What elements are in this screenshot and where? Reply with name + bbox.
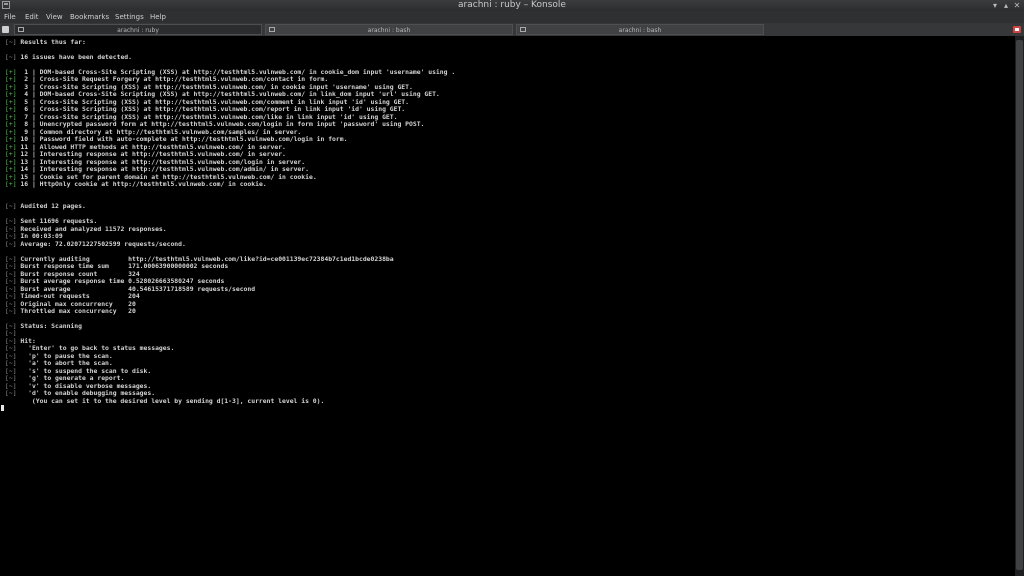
terminal-icon bbox=[18, 27, 24, 32]
info-prefix: [~] bbox=[5, 374, 17, 382]
info-prefix: [~] bbox=[5, 217, 17, 225]
tab-arachni-bash-1[interactable]: arachni : bash bbox=[265, 24, 513, 35]
info-prefix: [~] bbox=[5, 344, 17, 352]
success-prefix: [+] bbox=[5, 180, 17, 188]
info-prefix: [~] bbox=[5, 202, 17, 210]
terminal-line: [~] Throttled max concurrency 20 bbox=[5, 307, 136, 316]
minimize-icon[interactable]: ▾ bbox=[990, 0, 1000, 11]
new-tab-icon[interactable] bbox=[2, 26, 9, 33]
window-title: arachni : ruby – Konsole bbox=[458, 0, 566, 10]
tab-arachni-bash-2[interactable]: arachni : bash bbox=[516, 24, 764, 35]
terminal-line: (You can set it to the desired level by … bbox=[5, 397, 325, 406]
maximize-icon[interactable]: ▴ bbox=[1001, 0, 1011, 11]
success-prefix: [+] bbox=[5, 150, 17, 158]
tab-label: arachni : bash bbox=[618, 27, 662, 34]
line-text: 14 | Interesting response at http://test… bbox=[20, 165, 309, 173]
line-text: 2 | Cross-Site Request Forgery at http:/… bbox=[20, 75, 329, 83]
line-text: 10 | Password field with auto-complete a… bbox=[20, 135, 348, 143]
line-text: Burst average response time 0.5280266635… bbox=[20, 277, 225, 285]
terminal-icon bbox=[269, 27, 275, 32]
success-prefix: [+] bbox=[5, 75, 17, 83]
line-text: Results thus far: bbox=[20, 38, 86, 46]
success-prefix: [+] bbox=[5, 105, 17, 113]
line-text: Timed-out requests 204 bbox=[20, 292, 140, 300]
info-prefix: [~] bbox=[5, 359, 17, 367]
line-text: Audited 12 pages. bbox=[20, 202, 86, 210]
tab-arachni-ruby[interactable]: arachni : ruby bbox=[14, 24, 262, 35]
menu-help[interactable]: Help bbox=[150, 11, 166, 23]
terminal-output[interactable]: [~] Results thus far: [~] 16 issues have … bbox=[0, 36, 1015, 576]
success-prefix: [+] bbox=[5, 165, 17, 173]
line-text: 'a' to abort the scan. bbox=[20, 359, 113, 367]
line-text: 8 | Unencrypted password form at http://… bbox=[20, 120, 425, 128]
line-text: 'd' to enable debugging messages. bbox=[20, 389, 156, 397]
terminal-line: [+] 16 | HttpOnly cookie at http://testh… bbox=[5, 180, 267, 189]
terminal-cursor bbox=[1, 405, 4, 411]
line-text: Sent 11696 requests. bbox=[20, 217, 98, 225]
line-text: 16 issues have been detected. bbox=[20, 53, 132, 61]
info-prefix: [~] bbox=[5, 389, 17, 397]
menu-file[interactable]: File bbox=[4, 11, 16, 23]
close-tab-icon[interactable] bbox=[1013, 26, 1021, 33]
info-prefix: [~] bbox=[5, 262, 17, 270]
line-text: Average: 72.02071227502599 requests/seco… bbox=[20, 240, 186, 248]
info-prefix: [~] bbox=[5, 292, 17, 300]
tab-label: arachni : ruby bbox=[117, 27, 159, 34]
info-prefix: [~] bbox=[5, 232, 17, 240]
tab-label: arachni : bash bbox=[367, 27, 411, 34]
line-text: Status: Scanning bbox=[20, 322, 82, 330]
menu-bookmarks[interactable]: Bookmarks bbox=[70, 11, 109, 23]
menu-settings[interactable]: Settings bbox=[115, 11, 144, 23]
terminal-icon bbox=[520, 27, 526, 32]
konsole-window: arachni : ruby – Konsole ▾ ▴ ✕ File Edit… bbox=[0, 0, 1024, 576]
line-text: 16 | HttpOnly cookie at http://testhtml5… bbox=[20, 180, 267, 188]
line-text: 'Enter' to go back to status messages. bbox=[20, 344, 175, 352]
line-text: In 00:03:09 bbox=[20, 232, 63, 240]
info-prefix: [~] bbox=[5, 307, 17, 315]
close-icon[interactable]: ✕ bbox=[1012, 0, 1022, 11]
line-text: 6 | Cross-Site Scripting (XSS) at http:/… bbox=[20, 105, 406, 113]
tab-bar: arachni : ruby arachni : bash arachni : … bbox=[0, 23, 1024, 36]
terminal-line: [~] Results thus far: bbox=[5, 38, 86, 47]
success-prefix: [+] bbox=[5, 90, 17, 98]
info-prefix: [~] bbox=[5, 240, 17, 248]
success-prefix: [+] bbox=[5, 120, 17, 128]
line-text: Burst response time sum 171.000639000000… bbox=[20, 262, 229, 270]
menu-view[interactable]: View bbox=[46, 11, 63, 23]
terminal-line: [~] Average: 72.02071227502599 requests/… bbox=[5, 240, 186, 249]
scrollbar-thumb[interactable] bbox=[1016, 40, 1023, 570]
title-bar[interactable]: arachni : ruby – Konsole ▾ ▴ ✕ bbox=[0, 0, 1024, 11]
line-text: 4 | DOM-based Cross-Site Scripting (XSS)… bbox=[20, 90, 440, 98]
line-text: 'g' to generate a report. bbox=[20, 374, 125, 382]
line-text: (You can set it to the desired level by … bbox=[5, 397, 325, 405]
success-prefix: [+] bbox=[5, 135, 17, 143]
terminal-line: [~] Audited 12 pages. bbox=[5, 202, 86, 211]
scrollbar[interactable] bbox=[1015, 36, 1024, 576]
info-prefix: [~] bbox=[5, 38, 17, 46]
info-prefix: [~] bbox=[5, 277, 17, 285]
info-prefix: [~] bbox=[5, 53, 17, 61]
menu-bar: File Edit View Bookmarks Settings Help bbox=[0, 11, 1024, 23]
line-text: Throttled max concurrency 20 bbox=[20, 307, 136, 315]
info-prefix: [~] bbox=[5, 329, 17, 337]
menu-edit[interactable]: Edit bbox=[25, 11, 39, 23]
terminal-line: [~] 16 issues have been detected. bbox=[5, 53, 132, 62]
line-text: 12 | Interesting response at http://test… bbox=[20, 150, 286, 158]
